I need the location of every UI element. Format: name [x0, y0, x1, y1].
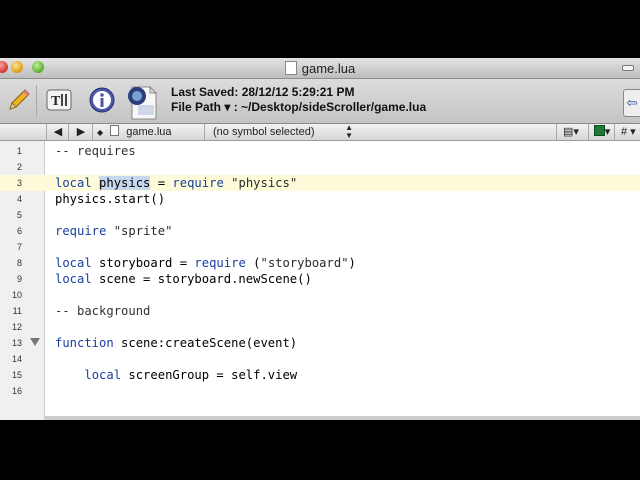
hash-label: #: [621, 126, 628, 138]
line-number: 5: [16, 210, 22, 220]
code-line[interactable]: 2: [0, 159, 640, 175]
code-line[interactable]: 7: [0, 239, 640, 255]
updown-arrows-icon: ▲ ▼: [345, 123, 353, 140]
title-bar: game.lua: [0, 58, 640, 79]
window-title: game.lua: [0, 61, 640, 76]
svg-text:T: T: [51, 94, 61, 109]
file-path-value: ~/Desktop/sideScroller/game.lua: [241, 100, 427, 114]
last-saved-value: 28/12/12 5:29:21 PM: [241, 85, 355, 99]
code-line[interactable]: 9 local scene = storyboard.newScene(): [0, 271, 640, 287]
nav-back-button[interactable]: ◀: [46, 124, 69, 140]
code-line[interactable]: 13 function scene:createScene(event): [0, 335, 640, 351]
info-icon[interactable]: [87, 85, 117, 115]
file-popup-label: game.lua: [126, 126, 172, 138]
line-number: 2: [16, 162, 22, 172]
code-line[interactable]: 12: [0, 319, 640, 335]
code-text: local storyboard = require ("storyboard"…: [55, 256, 356, 270]
pencil-icon[interactable]: [4, 85, 34, 115]
hash-menu[interactable]: # ▾: [614, 124, 640, 140]
fold-triangle-icon[interactable]: [30, 338, 40, 346]
line-number: 4: [16, 194, 22, 204]
code-text: physics.start(): [55, 192, 166, 206]
file-path-label[interactable]: File Path ▾ :: [171, 100, 238, 114]
code-line[interactable]: 1 -- requires: [0, 143, 640, 159]
last-saved-label: Last Saved:: [171, 85, 239, 99]
line-number: 14: [11, 354, 22, 364]
code-line[interactable]: 5: [0, 207, 640, 223]
code-text: function scene:createScene(event): [55, 336, 298, 350]
code-text: local physics = require "physics": [55, 176, 298, 190]
code-line[interactable]: 14: [0, 351, 640, 367]
code-editor[interactable]: 1 -- requires 2 3 local physics = requir…: [0, 141, 640, 420]
line-number: 3: [16, 178, 22, 188]
file-status: Last Saved: 28/12/12 5:29:21 PM File Pat…: [171, 85, 426, 115]
file-popup[interactable]: ◆ game.lua: [92, 124, 205, 140]
current-code-line[interactable]: 3 local physics = require "physics": [0, 175, 640, 191]
line-number: 16: [11, 386, 22, 396]
back-arrow-icon[interactable]: ⇦: [623, 89, 640, 117]
code-text: require "sprite": [55, 224, 173, 238]
toolbar: T Last Saved: 28/12/12 5:29:21 PM File P…: [0, 79, 640, 124]
code-line[interactable]: 10: [0, 287, 640, 303]
bookmark-menu-icon[interactable]: ▤▾: [556, 124, 585, 140]
line-number: 12: [11, 322, 22, 332]
code-line[interactable]: 16: [0, 383, 640, 399]
popup-arrows-icon: ◆: [97, 128, 104, 137]
line-number: 13: [11, 338, 22, 348]
lua-file-icon: [124, 83, 158, 121]
window-title-text: game.lua: [301, 61, 356, 76]
line-number: 1: [16, 146, 22, 156]
code-text: local screenGroup = self.view: [84, 368, 298, 382]
nav-forward-button[interactable]: ▶: [68, 124, 93, 140]
line-number: 10: [11, 290, 22, 300]
toolbar-toggle-button[interactable]: [622, 65, 634, 71]
line-number: 9: [16, 274, 22, 284]
code-text: -- requires: [55, 144, 136, 158]
code-line[interactable]: 4 physics.start(): [0, 191, 640, 207]
code-line[interactable]: 11 -- background: [0, 303, 640, 319]
line-number: 11: [12, 306, 22, 316]
symbol-popup[interactable]: (no symbol selected) ▲ ▼: [204, 124, 357, 140]
code-text: local scene = storyboard.newScene(): [55, 272, 312, 286]
line-number: 6: [16, 226, 22, 236]
navigation-bar: ◀ ▶ ◆ game.lua (no symbol selected) ▲ ▼ ▤…: [0, 124, 640, 141]
symbol-popup-label: (no symbol selected): [213, 126, 315, 138]
green-square-icon[interactable]: ▾: [588, 124, 615, 140]
code-line[interactable]: 8 local storyboard = require ("storyboar…: [0, 255, 640, 271]
code-text: -- background: [55, 304, 151, 318]
document-icon: [284, 61, 297, 75]
horizontal-scrollbar[interactable]: [44, 416, 640, 420]
line-number: 8: [16, 258, 22, 268]
toolbar-separator: [36, 85, 37, 117]
line-number: 7: [16, 242, 22, 252]
code-line[interactable]: 15 local screenGroup = self.view: [0, 367, 640, 383]
line-number: 15: [11, 370, 22, 380]
editor-window: game.lua T Last Saved: 28/12/12 5:29:21 …: [0, 58, 640, 420]
text-options-icon[interactable]: T: [44, 85, 74, 115]
code-line[interactable]: 6 require "sprite": [0, 223, 640, 239]
small-document-icon: [110, 125, 120, 136]
